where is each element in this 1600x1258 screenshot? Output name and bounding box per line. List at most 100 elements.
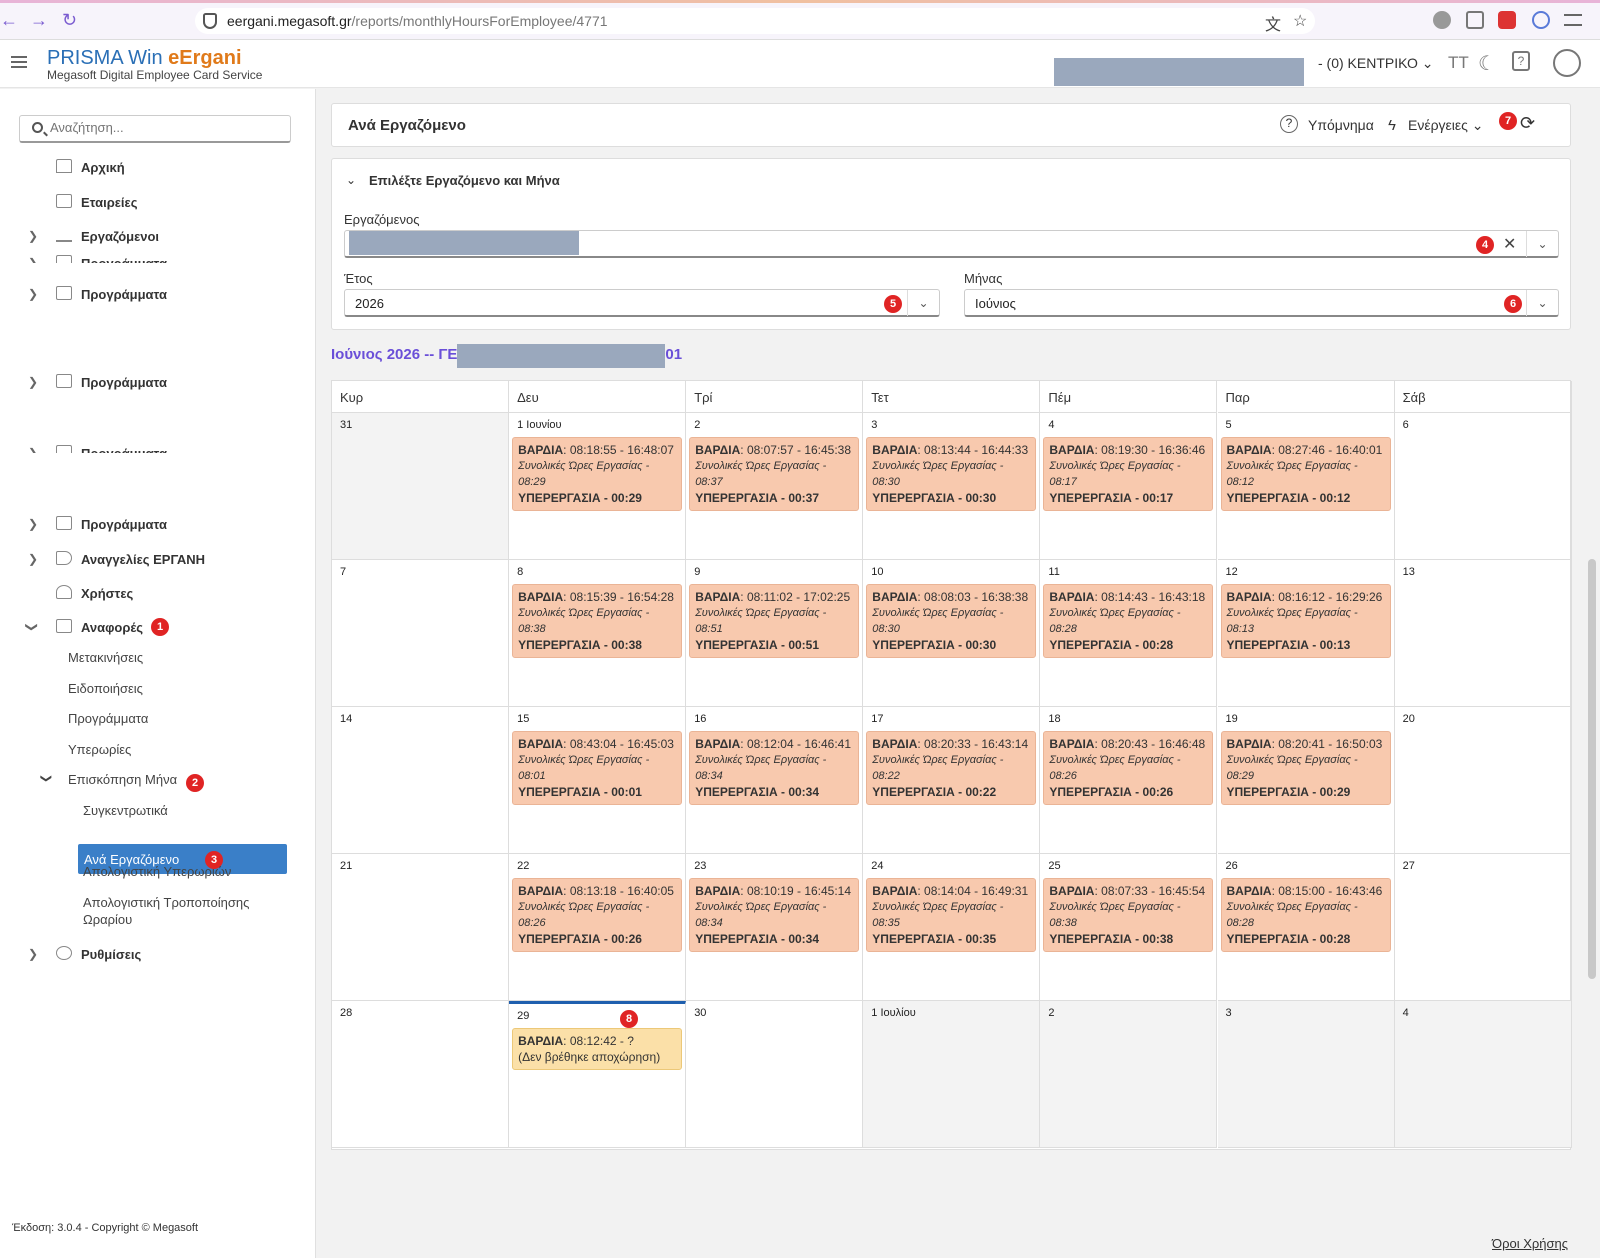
sidebar-item-programs-3[interactable]: ❯ Προγράμματα bbox=[0, 510, 316, 540]
year-select[interactable]: 2026 5 ⌄ bbox=[344, 289, 940, 317]
chevron-down-icon[interactable]: ⌄ bbox=[1526, 231, 1558, 257]
shift-event[interactable]: ΒΑΡΔΙΑ: 08:20:43 - 16:46:48 Συνολικές Ώρε… bbox=[1043, 731, 1214, 805]
sidebar-sub-schedule-report[interactable]: Απολογιστική Τροποποίησης Ωραρίου bbox=[83, 894, 273, 928]
sidebar-sub-notifications[interactable]: Ειδοποιήσεις bbox=[68, 681, 143, 696]
calendar-day-cell[interactable]: 3 ΒΑΡΔΙΑ: 08:13:44 - 16:44:33 Συνολικές Ώρ… bbox=[863, 413, 1041, 560]
sidebar-sub-summary[interactable]: Συγκεντρωτικά bbox=[83, 803, 168, 818]
back-arrow-icon[interactable]: ← bbox=[0, 10, 18, 31]
calendar-day-cell[interactable]: 15 ΒΑΡΔΙΑ: 08:43:04 - 16:45:03 Συνολικές Ώ… bbox=[509, 707, 687, 854]
reload-icon[interactable]: ↻ bbox=[62, 10, 77, 31]
sidebar-item-programs-partial-2[interactable]: ❯ Προγράμματα bbox=[0, 439, 316, 453]
legend-button[interactable]: Υπόμνημα bbox=[1308, 117, 1374, 133]
sidebar-sub-programs[interactable]: Προγράμματα bbox=[68, 711, 148, 726]
sidebar-item-announcements[interactable]: ❯ Αναγγελίες ΕΡΓΑΝΗ bbox=[0, 545, 316, 575]
forward-arrow-icon[interactable]: → bbox=[30, 10, 48, 31]
calendar-day-cell[interactable]: 1 Ιουνίου ΒΑΡΔΙΑ: 08:18:55 - 16:48:07 Συνο… bbox=[509, 413, 687, 560]
font-size-icon[interactable]: TT bbox=[1448, 53, 1469, 73]
calendar-day-cell[interactable]: 28 bbox=[332, 1001, 510, 1148]
search-input[interactable] bbox=[50, 120, 280, 135]
sidebar-item-settings[interactable]: ❯ Ρυθμίσεις bbox=[0, 940, 316, 970]
calendar-day-cell[interactable]: 29 ΒΑΡΔΙΑ: 08:12:42 - ? (Δεν βρέθηκε αποχώ… bbox=[509, 1001, 687, 1148]
refresh-icon[interactable]: ⟳ bbox=[1520, 113, 1535, 134]
calendar-day-cell[interactable]: 26 ΒΑΡΔΙΑ: 08:15:00 - 16:43:46 Συνολικές Ώ… bbox=[1217, 854, 1395, 1001]
filter-section-title[interactable]: Επιλέξτε Εργαζόμενο και Μήνα bbox=[369, 173, 560, 188]
shift-event[interactable]: ΒΑΡΔΙΑ: 08:11:02 - 17:02:25 Συνολικές Ώρε… bbox=[689, 584, 860, 658]
profile-extension-icon[interactable] bbox=[1433, 11, 1451, 29]
terms-link[interactable]: Όροι Χρήσης bbox=[1492, 1236, 1568, 1251]
password-extension-icon[interactable] bbox=[1532, 11, 1550, 29]
sidebar-sub-moves[interactable]: Μετακινήσεις bbox=[68, 650, 143, 665]
shift-event[interactable]: ΒΑΡΔΙΑ: 08:14:04 - 16:49:31 Συνολικές Ώρε… bbox=[866, 878, 1037, 952]
star-icon[interactable]: ☆ bbox=[1293, 11, 1307, 31]
calendar-day-cell[interactable]: 14 bbox=[332, 707, 510, 854]
calendar-day-cell[interactable]: 23 ΒΑΡΔΙΑ: 08:10:19 - 16:45:14 Συνολικές Ώ… bbox=[686, 854, 864, 1001]
sidebar-item-programs[interactable]: ❯ Προγράμματα bbox=[0, 280, 316, 310]
calendar-day-cell[interactable]: 18 ΒΑΡΔΙΑ: 08:20:43 - 16:46:48 Συνολικές Ώ… bbox=[1040, 707, 1218, 854]
sidebar-search[interactable] bbox=[19, 115, 291, 143]
address-bar[interactable]: eergani.megasoft.gr/reports/monthlyHours… bbox=[195, 8, 1315, 34]
shift-event[interactable]: ΒΑΡΔΙΑ: 08:16:12 - 16:29:26 Συνολικές Ώρε… bbox=[1220, 584, 1391, 658]
sidebar-item-home[interactable]: Αρχική bbox=[0, 153, 316, 183]
calendar-day-cell[interactable]: 3 bbox=[1217, 1001, 1395, 1148]
shift-event[interactable]: ΒΑΡΔΙΑ: 08:15:00 - 16:43:46 Συνολικές Ώρε… bbox=[1220, 878, 1391, 952]
calendar-day-cell[interactable]: 24 ΒΑΡΔΙΑ: 08:14:04 - 16:49:31 Συνολικές Ώ… bbox=[863, 854, 1041, 1001]
shift-event[interactable]: ΒΑΡΔΙΑ: 08:10:19 - 16:45:14 Συνολικές Ώρε… bbox=[689, 878, 860, 952]
calendar-day-cell[interactable]: 31 bbox=[332, 413, 510, 560]
calendar-day-cell[interactable]: 11 ΒΑΡΔΙΑ: 08:14:43 - 16:43:18 Συνολικές Ώ… bbox=[1040, 560, 1218, 707]
calendar-day-cell[interactable]: 27 bbox=[1394, 854, 1572, 1001]
sidebar-item-companies[interactable]: Εταιρείες bbox=[0, 188, 316, 218]
calendar-day-cell[interactable]: 7 bbox=[332, 560, 510, 707]
calendar-day-cell[interactable]: 22 ΒΑΡΔΙΑ: 08:13:18 - 16:40:05 Συνολικές Ώ… bbox=[509, 854, 687, 1001]
month-select[interactable]: Ιούνιος 6 ⌄ bbox=[964, 289, 1559, 317]
shift-event[interactable]: ΒΑΡΔΙΑ: 08:07:33 - 16:45:54 Συνολικές Ώρε… bbox=[1043, 878, 1214, 952]
chevron-down-icon[interactable]: ⌄ bbox=[907, 290, 939, 316]
shift-event[interactable]: ΒΑΡΔΙΑ: 08:27:46 - 16:40:01 Συνολικές Ώρε… bbox=[1220, 437, 1391, 511]
pending-shift-event[interactable]: ΒΑΡΔΙΑ: 08:12:42 - ? (Δεν βρέθηκε αποχώρη… bbox=[512, 1028, 683, 1070]
calendar-day-cell[interactable]: 1 Ιουλίου bbox=[863, 1001, 1041, 1148]
calendar-day-cell[interactable]: 8 ΒΑΡΔΙΑ: 08:15:39 - 16:54:28 Συνολικές Ώρ… bbox=[509, 560, 687, 707]
calendar-day-cell[interactable]: 6 bbox=[1394, 413, 1572, 560]
hamburger-menu-icon[interactable] bbox=[11, 56, 27, 68]
sidebar-sub-overtime-report[interactable]: Απολογιστική Υπερωριών bbox=[83, 864, 231, 879]
calendar-day-cell[interactable]: 17 ΒΑΡΔΙΑ: 08:20:33 - 16:43:14 Συνολικές Ώ… bbox=[863, 707, 1041, 854]
calendar-day-cell[interactable]: 9 ΒΑΡΔΙΑ: 08:11:02 - 17:02:25 Συνολικές Ώρ… bbox=[686, 560, 864, 707]
calendar-day-cell[interactable]: 16 ΒΑΡΔΙΑ: 08:12:04 - 16:46:41 Συνολικές Ώ… bbox=[686, 707, 864, 854]
company-selector[interactable]: - (0) ΚΕΝΤΡΙΚΟ ⌄ bbox=[1318, 55, 1434, 72]
translate-icon[interactable]: 文 bbox=[1265, 11, 1281, 35]
chevron-down-icon[interactable]: ⌄ bbox=[346, 173, 356, 187]
shift-event[interactable]: ΒΑΡΔΙΑ: 08:14:43 - 16:43:18 Συνολικές Ώρε… bbox=[1043, 584, 1214, 658]
shift-event[interactable]: ΒΑΡΔΙΑ: 08:07:57 - 16:45:38 Συνολικές Ώρε… bbox=[689, 437, 860, 511]
user-avatar-icon[interactable] bbox=[1553, 49, 1581, 77]
chevron-down-icon[interactable]: ⌄ bbox=[1526, 290, 1558, 316]
calendar-day-cell[interactable]: 25 ΒΑΡΔΙΑ: 08:07:33 - 16:45:54 Συνολικές Ώ… bbox=[1040, 854, 1218, 1001]
calendar-day-cell[interactable]: 12 ΒΑΡΔΙΑ: 08:16:12 - 16:29:26 Συνολικές Ώ… bbox=[1217, 560, 1395, 707]
shift-event[interactable]: ΒΑΡΔΙΑ: 08:20:33 - 16:43:14 Συνολικές Ώρε… bbox=[866, 731, 1037, 805]
shift-event[interactable]: ΒΑΡΔΙΑ: 08:19:30 - 16:36:46 Συνολικές Ώρε… bbox=[1043, 437, 1214, 511]
shift-event[interactable]: ΒΑΡΔΙΑ: 08:13:44 - 16:44:33 Συνολικές Ώρε… bbox=[866, 437, 1037, 511]
calendar-day-cell[interactable]: 10 ΒΑΡΔΙΑ: 08:08:03 - 16:38:38 Συνολικές Ώ… bbox=[863, 560, 1041, 707]
shift-event[interactable]: ΒΑΡΔΙΑ: 08:12:04 - 16:46:41 Συνολικές Ώρε… bbox=[689, 731, 860, 805]
puzzle-extension-icon[interactable] bbox=[1466, 11, 1484, 29]
calendar-day-cell[interactable]: 2 ΒΑΡΔΙΑ: 08:07:57 - 16:45:38 Συνολικές Ώρ… bbox=[686, 413, 864, 560]
calendar-day-cell[interactable]: 5 ΒΑΡΔΙΑ: 08:27:46 - 16:40:01 Συνολικές Ώρ… bbox=[1217, 413, 1395, 560]
calendar-day-cell[interactable]: 4 bbox=[1394, 1001, 1572, 1148]
main-scrollbar[interactable] bbox=[1588, 89, 1596, 1258]
calendar-day-cell[interactable]: 21 bbox=[332, 854, 510, 1001]
clear-icon[interactable]: ✕ bbox=[1503, 234, 1516, 254]
shift-event[interactable]: ΒΑΡΔΙΑ: 08:20:41 - 16:50:03 Συνολικές Ώρε… bbox=[1220, 731, 1391, 805]
shift-event[interactable]: ΒΑΡΔΙΑ: 08:43:04 - 16:45:03 Συνολικές Ώρε… bbox=[512, 731, 683, 805]
dark-mode-moon-icon[interactable]: ☾ bbox=[1478, 51, 1496, 76]
sidebar-item-users[interactable]: Χρήστες bbox=[0, 579, 316, 609]
sidebar-item-programs-partial[interactable]: ❯ Προγράμματα bbox=[0, 249, 316, 263]
shift-event[interactable]: ΒΑΡΔΙΑ: 08:15:39 - 16:54:28 Συνολικές Ώρε… bbox=[512, 584, 683, 658]
calendar-day-cell[interactable]: 30 bbox=[686, 1001, 864, 1148]
calendar-day-cell[interactable]: 19 ΒΑΡΔΙΑ: 08:20:41 - 16:50:03 Συνολικές Ώ… bbox=[1217, 707, 1395, 854]
calendar-day-cell[interactable]: 2 bbox=[1040, 1001, 1218, 1148]
actions-button[interactable]: Ενέργειες ⌄ bbox=[1408, 117, 1484, 134]
sidebar-item-programs-2[interactable]: ❯ Προγράμματα bbox=[0, 368, 316, 398]
shift-event[interactable]: ΒΑΡΔΙΑ: 08:08:03 - 16:38:38 Συνολικές Ώρε… bbox=[866, 584, 1037, 658]
sidebar-sub-overtime[interactable]: Υπερωρίες bbox=[68, 742, 131, 757]
calendar-day-cell[interactable]: 20 bbox=[1394, 707, 1572, 854]
shield-extension-icon[interactable] bbox=[1498, 11, 1516, 29]
calendar-day-cell[interactable]: 13 bbox=[1394, 560, 1572, 707]
